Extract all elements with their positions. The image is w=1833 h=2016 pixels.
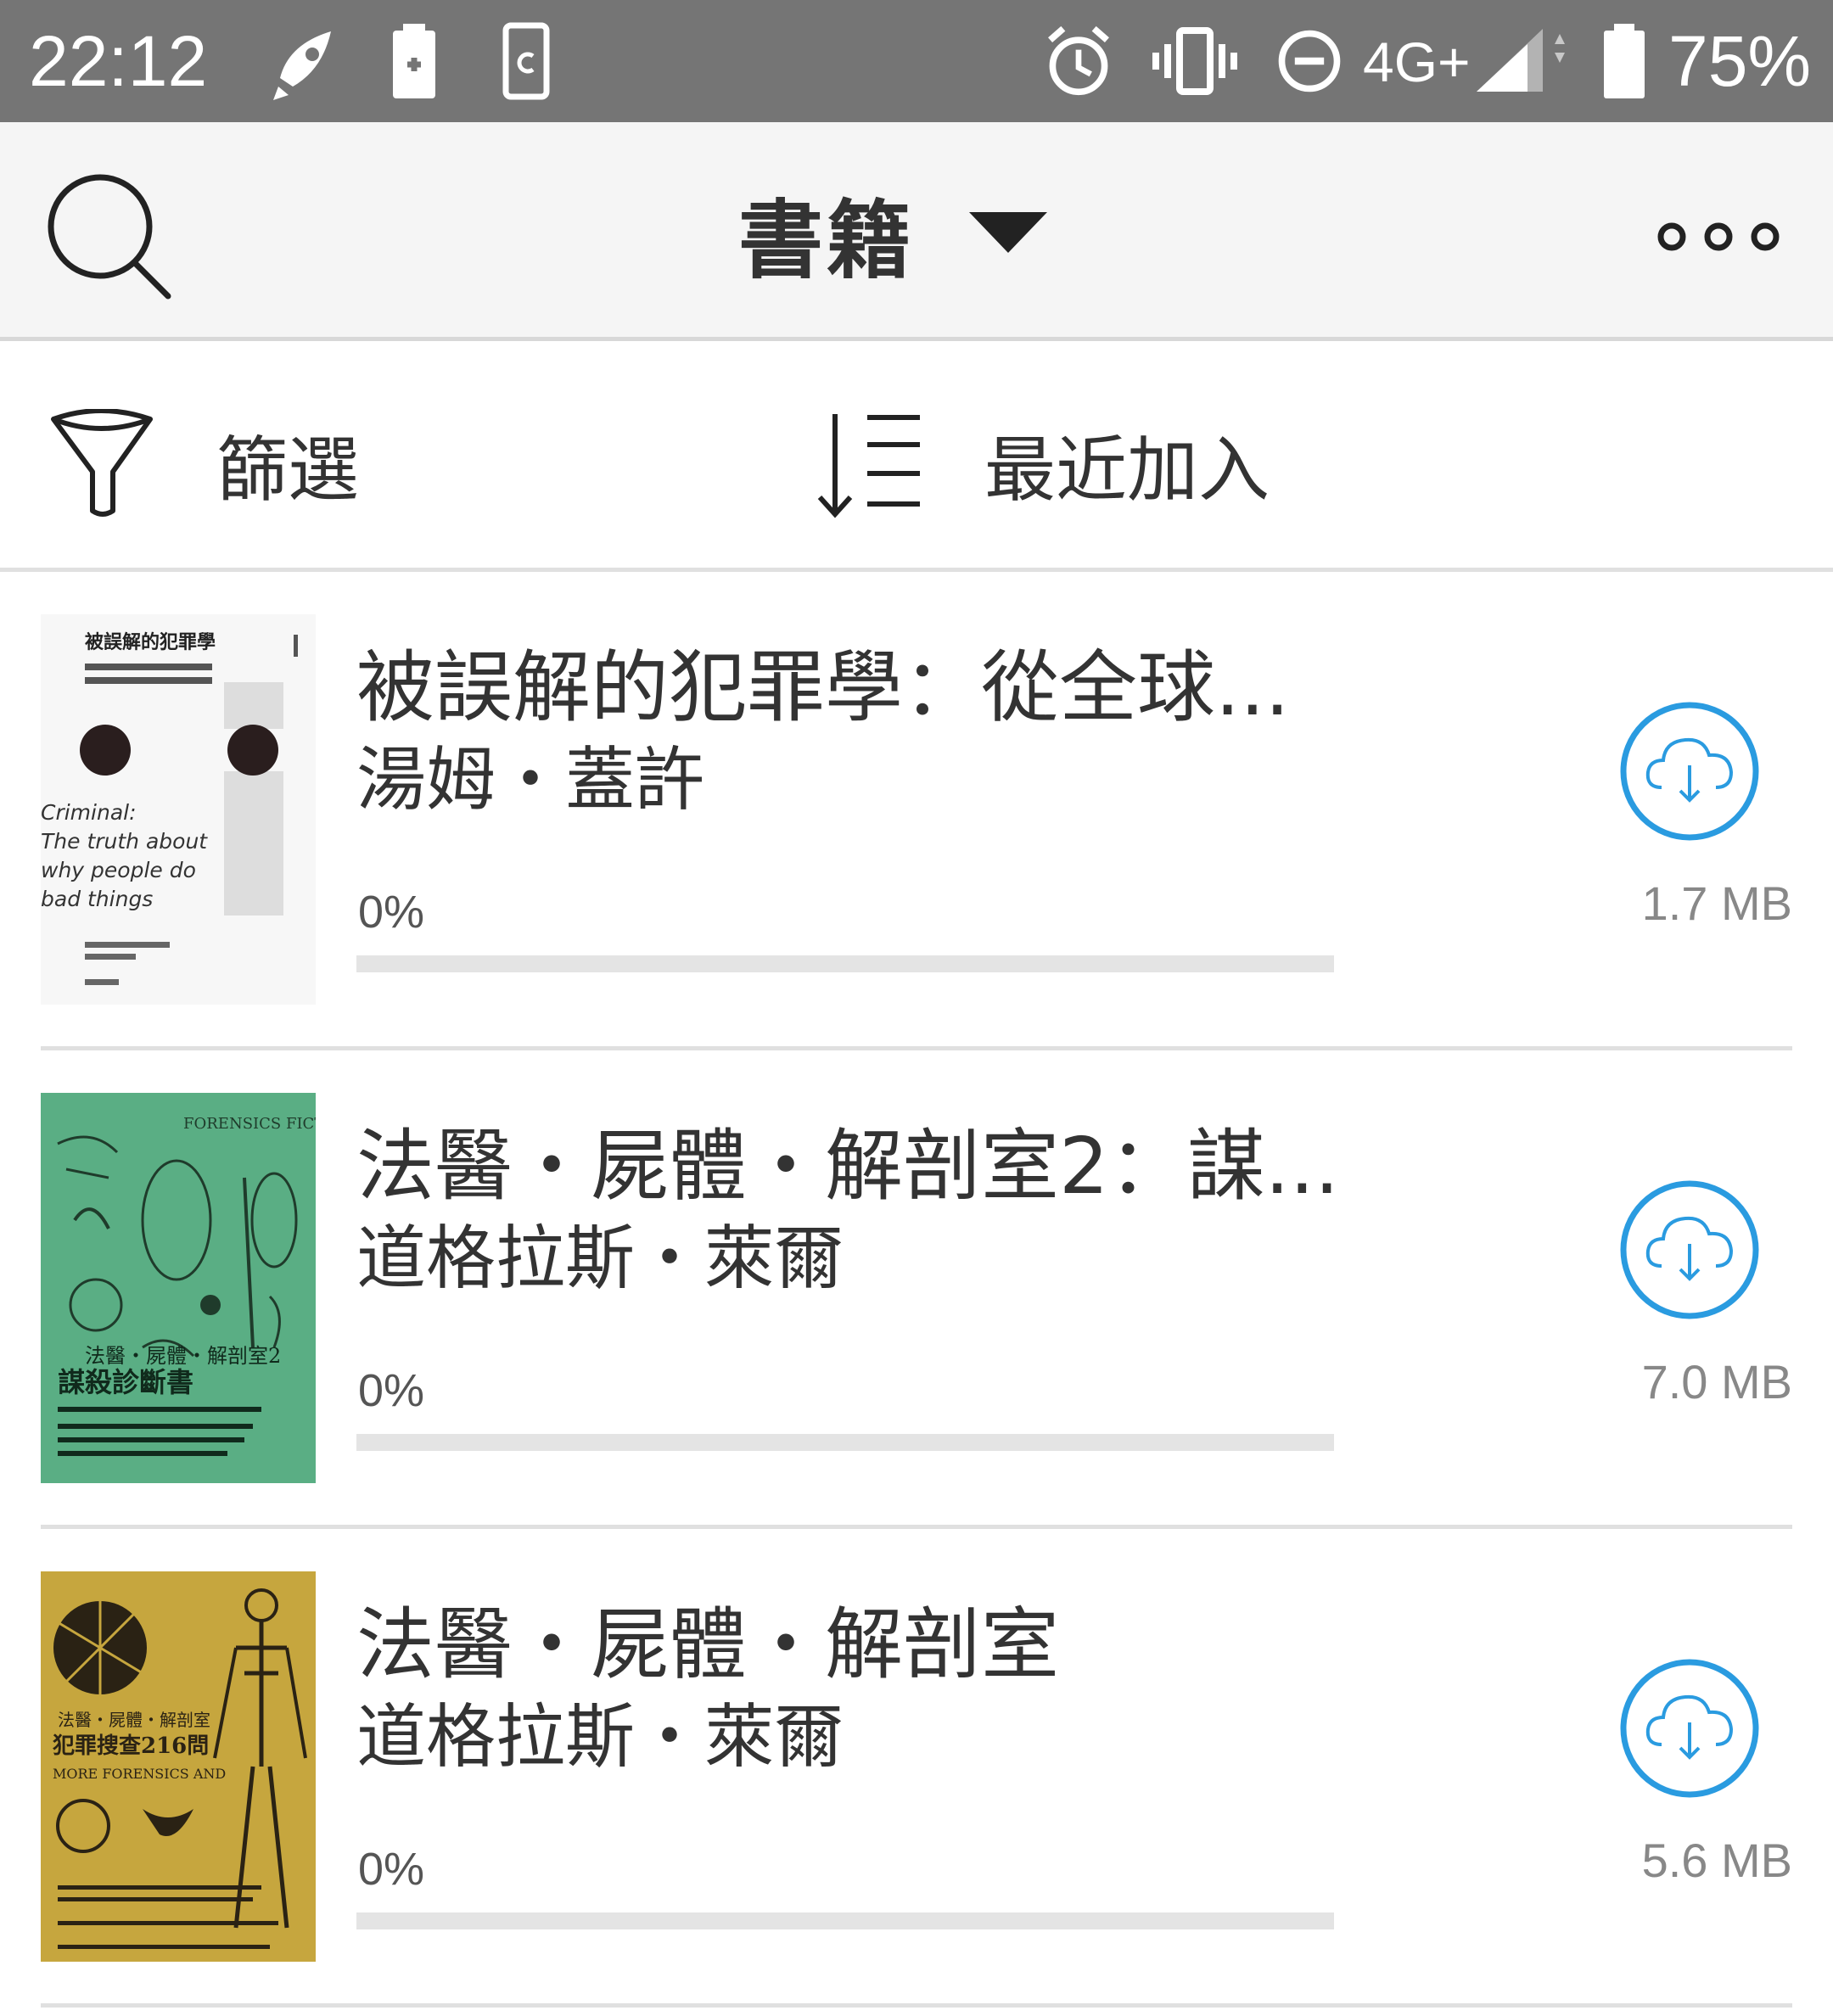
battery-icon: [1604, 24, 1645, 98]
sort-label: 最近加入: [984, 428, 1270, 512]
file-size: 1.7 MB: [1641, 876, 1792, 930]
network-type: 4G+: [1363, 31, 1471, 93]
cover-english-line: bad things: [41, 887, 153, 911]
book-author: 道格拉斯・萊爾: [356, 1218, 844, 1299]
rocket-icon: [273, 31, 331, 100]
reading-progress-bar: [356, 1434, 1334, 1451]
book-title: 法醫・屍體・解剖室: [356, 1599, 1060, 1690]
vibrate-icon: [1152, 27, 1237, 95]
book-cover[interactable]: FORENSICS FICTION 法醫・屍體・解剖室2 謀殺診斷書: [41, 1093, 316, 1483]
screen-rotate-icon: [502, 22, 550, 100]
cloud-download-icon[interactable]: [1617, 1178, 1762, 1322]
reading-progress-text: 0%: [358, 1365, 425, 1416]
cover-english-line: why people do: [41, 858, 196, 882]
book-title: 法醫・屍體・解剖室2：謀...: [356, 1121, 1340, 1212]
dropdown-arrow-icon: [969, 212, 1047, 253]
cover-title: 法醫・屍體・解剖室2: [85, 1344, 281, 1368]
cover-title: 被誤解的犯罪學: [85, 631, 216, 653]
cover-english: FORENSICS FICTION: [183, 1115, 316, 1133]
cover-english-line: Criminal:: [41, 800, 137, 825]
do-not-disturb-icon: [1278, 30, 1341, 92]
filter-sort-bar: 篩選 最近加入: [0, 341, 1833, 572]
search-icon[interactable]: [42, 169, 178, 305]
cover-english-line: The truth about: [41, 829, 208, 854]
book-list-item[interactable]: 法醫・屍體・解剖室 犯罪搜查216問 MORE FORENSICS AND 法醫…: [41, 1529, 1792, 2008]
battery-saver-icon: [393, 24, 435, 98]
cover-subtitle: 犯罪搜查216問: [52, 1733, 209, 1759]
book-cover[interactable]: 法醫・屍體・解剖室 犯罪搜查216問 MORE FORENSICS AND: [41, 1571, 316, 1962]
signal-icon: [1477, 29, 1565, 92]
file-size: 7.0 MB: [1641, 1355, 1792, 1408]
book-list-item[interactable]: 被誤解的犯罪學 Criminal: The truth about why pe…: [41, 572, 1792, 1050]
file-size: 5.6 MB: [1641, 1834, 1792, 1887]
funnel-icon: [51, 409, 153, 517]
filter-label: 篩選: [216, 428, 360, 512]
cover-title: 法醫・屍體・解剖室: [58, 1710, 210, 1730]
title-dropdown[interactable]: 書籍: [738, 182, 1051, 290]
book-author: 湯姆・蓋許: [356, 740, 705, 820]
sort-descending-icon: [817, 414, 920, 518]
book-cover[interactable]: 被誤解的犯罪學 Criminal: The truth about why pe…: [41, 614, 316, 1005]
filter-button[interactable]: 篩選: [47, 409, 359, 519]
cloud-download-icon[interactable]: [1617, 1656, 1762, 1800]
reading-progress-text: 0%: [358, 887, 425, 938]
app-bar: 書籍: [0, 122, 1833, 341]
book-list-item[interactable]: FORENSICS FICTION 法醫・屍體・解剖室2 謀殺診斷書 法醫・屍體…: [41, 1050, 1792, 1529]
alarm-icon: [1048, 25, 1109, 96]
cover-subtitle: 謀殺診斷書: [58, 1366, 193, 1398]
status-time: 22:12: [29, 21, 208, 101]
reading-progress-text: 0%: [358, 1844, 425, 1895]
battery-percent: 75%: [1668, 21, 1812, 101]
reading-progress-bar: [356, 955, 1334, 972]
status-bar: 22:12 4G+ 75%: [0, 0, 1833, 122]
more-options-icon[interactable]: [1646, 216, 1791, 258]
cloud-download-icon[interactable]: [1617, 699, 1762, 843]
book-title: 被誤解的犯罪學：從全球...: [356, 642, 1290, 733]
sort-button[interactable]: 最近加入: [815, 409, 1270, 519]
cover-english: MORE FORENSICS AND: [53, 1766, 226, 1782]
book-author: 道格拉斯・萊爾: [356, 1697, 844, 1778]
page-title: 書籍: [738, 190, 915, 290]
reading-progress-bar: [356, 1912, 1334, 1929]
